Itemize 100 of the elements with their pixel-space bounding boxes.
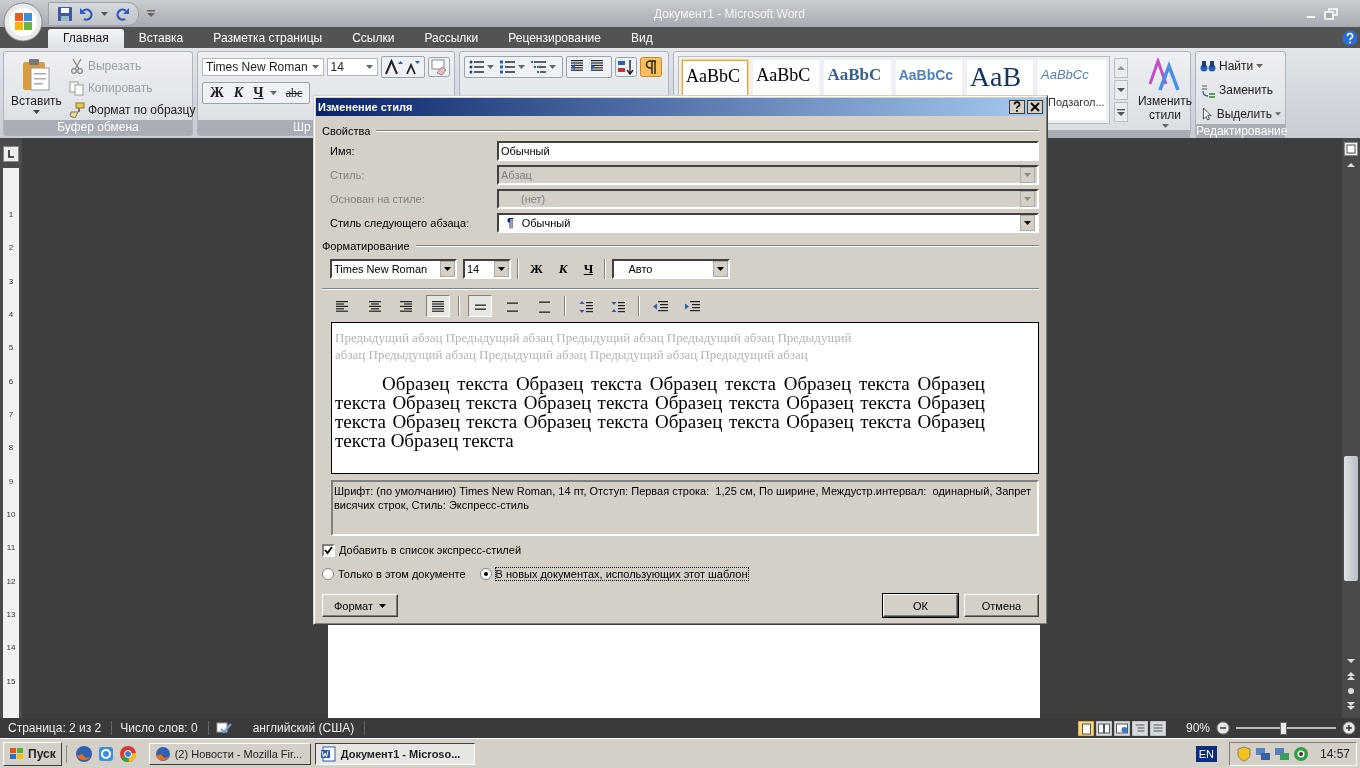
tab-selector-icon[interactable] bbox=[3, 146, 19, 162]
customize-icon[interactable] bbox=[147, 9, 155, 18]
decrease-indent-icon bbox=[652, 299, 668, 313]
ribbon-tab[interactable]: Рецензирование bbox=[493, 29, 616, 48]
sort-icon[interactable] bbox=[615, 57, 637, 77]
bullets-icon[interactable] bbox=[468, 59, 485, 75]
font-name-field[interactable]: Times New Roman bbox=[330, 259, 457, 279]
change-styles-button[interactable]: Изменить стили bbox=[1132, 56, 1198, 130]
scroll-down-icon[interactable] bbox=[1114, 80, 1128, 100]
start-button[interactable]: Пуск bbox=[3, 741, 62, 766]
shrink-font-icon[interactable] bbox=[405, 59, 421, 75]
command-button[interactable]: Выделить bbox=[1200, 104, 1281, 124]
command-button[interactable]: Формат по образцу bbox=[68, 100, 196, 120]
style-dropdown[interactable]: ¶ Обычный bbox=[497, 213, 1039, 233]
numbering-icon[interactable] bbox=[499, 59, 516, 75]
command-button[interactable]: Заменить bbox=[1200, 80, 1281, 100]
ruler-number: 12 bbox=[6, 576, 16, 586]
keyboard-language[interactable]: EN bbox=[1195, 745, 1217, 762]
format-button[interactable]: К bbox=[229, 85, 248, 101]
language-indicator[interactable]: английский (США) bbox=[244, 721, 366, 735]
help-icon[interactable] bbox=[1342, 30, 1358, 46]
dropdown-arrow-icon bbox=[1020, 191, 1035, 207]
word-count[interactable]: Число слов: 0 bbox=[112, 721, 209, 735]
clear-format-icon[interactable] bbox=[428, 57, 450, 77]
view-web-icon[interactable] bbox=[1113, 720, 1130, 736]
font-name-field[interactable]: Times New Roman bbox=[202, 58, 324, 76]
name-field[interactable]: Обычный bbox=[497, 141, 1039, 161]
justify-icon bbox=[430, 299, 446, 313]
zoom-out-icon[interactable] bbox=[1216, 721, 1230, 735]
ruler-number: 4 bbox=[8, 310, 14, 320]
font-size-field[interactable]: 14 bbox=[463, 259, 511, 279]
ribbon-tab[interactable]: Вид bbox=[615, 29, 668, 48]
browser-icon[interactable] bbox=[96, 744, 115, 763]
ribbon-tab[interactable]: Разметка страницы bbox=[198, 29, 338, 48]
format-button[interactable]: Ж bbox=[206, 85, 228, 101]
caret-icon bbox=[1275, 112, 1281, 116]
zoom-in-icon[interactable] bbox=[1342, 721, 1356, 735]
spellcheck-icon[interactable] bbox=[214, 721, 233, 735]
field-label: Основан на стиле: bbox=[330, 193, 426, 205]
ribbon-tab[interactable]: Рассылки bbox=[409, 29, 494, 48]
multilevel-list-icon[interactable] bbox=[530, 59, 547, 75]
line-spacing-button[interactable] bbox=[468, 295, 492, 317]
taskbar-button[interactable]: (2) Новости - Mozilla Fir... bbox=[148, 742, 311, 765]
ruler-number: 3 bbox=[8, 276, 14, 286]
close-icon[interactable] bbox=[1027, 100, 1043, 114]
ok-button[interactable]: ОК bbox=[883, 594, 958, 617]
page-count[interactable]: Страница: 2 из 2 bbox=[0, 721, 113, 735]
view-outline-icon[interactable] bbox=[1131, 720, 1148, 736]
pilcrow-mark: ¶ bbox=[507, 216, 514, 230]
format-button[interactable]: К bbox=[553, 261, 573, 277]
clock: 14:57 bbox=[1319, 746, 1350, 761]
font-size-field[interactable]: 14 bbox=[326, 58, 378, 76]
ruler-toggle-icon[interactable] bbox=[1344, 142, 1358, 156]
format-menu-button[interactable]: Формат bbox=[322, 594, 398, 617]
command-button[interactable]: Найти bbox=[1200, 56, 1281, 76]
scroll-thumb[interactable] bbox=[1344, 455, 1358, 581]
cursor-icon bbox=[1200, 106, 1214, 122]
help-icon[interactable] bbox=[1009, 100, 1025, 114]
format-button[interactable]: Ч bbox=[578, 261, 599, 277]
radio-label[interactable]: Только в этом документе bbox=[338, 568, 466, 580]
radio-button[interactable] bbox=[479, 568, 492, 580]
ribbon-tab[interactable]: Вставка bbox=[123, 29, 199, 48]
format-button[interactable]: abc bbox=[281, 85, 307, 101]
undo-icon[interactable] bbox=[79, 5, 95, 22]
ribbon-tab[interactable]: Ссылки bbox=[337, 29, 410, 48]
grow-font-icon[interactable] bbox=[385, 59, 403, 75]
save-icon[interactable] bbox=[57, 5, 73, 22]
chrome-icon[interactable] bbox=[118, 744, 137, 763]
ring-icon[interactable] bbox=[1292, 745, 1309, 762]
zoom-level[interactable]: 90% bbox=[1171, 721, 1216, 735]
expand-gallery-icon[interactable] bbox=[1114, 102, 1128, 122]
ruler-number: 6 bbox=[8, 376, 14, 386]
increase-indent-icon bbox=[684, 299, 700, 313]
radio-button[interactable] bbox=[322, 568, 334, 580]
clipboard-icon bbox=[21, 58, 52, 92]
view-reading-icon[interactable] bbox=[1095, 720, 1112, 736]
caret-icon bbox=[379, 603, 387, 608]
fox-globe-icon[interactable] bbox=[74, 744, 93, 763]
dropdown-arrow-icon bbox=[494, 261, 509, 277]
ribbon-tab[interactable]: Главная bbox=[48, 29, 124, 48]
pilcrow-icon[interactable] bbox=[640, 57, 662, 77]
network-icon[interactable] bbox=[1254, 745, 1271, 762]
section-heading: Свойства bbox=[322, 124, 371, 137]
font-color-field[interactable]: Авто bbox=[612, 259, 731, 279]
description-text: Шрифт: (по умолчанию) Times New Roman, 14 пт, Отступ: Первая строка: 1,25 см, По ширине, Междустр.интервал: одинарный, Запрет висячих строк, Стиль: Экспресс-стиль bbox=[334, 484, 1033, 512]
cancel-button[interactable]: Отмена bbox=[964, 594, 1039, 617]
checkbox[interactable] bbox=[322, 543, 335, 557]
taskbar-button[interactable]: Документ1 - Microso... bbox=[314, 742, 475, 765]
format-button[interactable]: Ж bbox=[525, 261, 548, 277]
style-tile[interactable]: AaBbCc Подзагол... bbox=[1038, 60, 1106, 120]
justify-button[interactable] bbox=[426, 295, 450, 317]
paste-button[interactable]: Вставить bbox=[8, 56, 65, 120]
view-draft-icon[interactable] bbox=[1149, 720, 1166, 736]
replace-icon bbox=[1200, 82, 1216, 98]
fox-globe-icon bbox=[154, 745, 171, 762]
view-print-icon[interactable] bbox=[1077, 720, 1094, 736]
section-heading: Форматирование bbox=[322, 239, 410, 252]
radio-label[interactable]: В новых документах, использующих этот шаблон bbox=[495, 568, 748, 580]
format-button[interactable]: Ч bbox=[249, 85, 268, 101]
checkbox-label[interactable]: Добавить в список экспресс-стилей bbox=[339, 544, 522, 556]
